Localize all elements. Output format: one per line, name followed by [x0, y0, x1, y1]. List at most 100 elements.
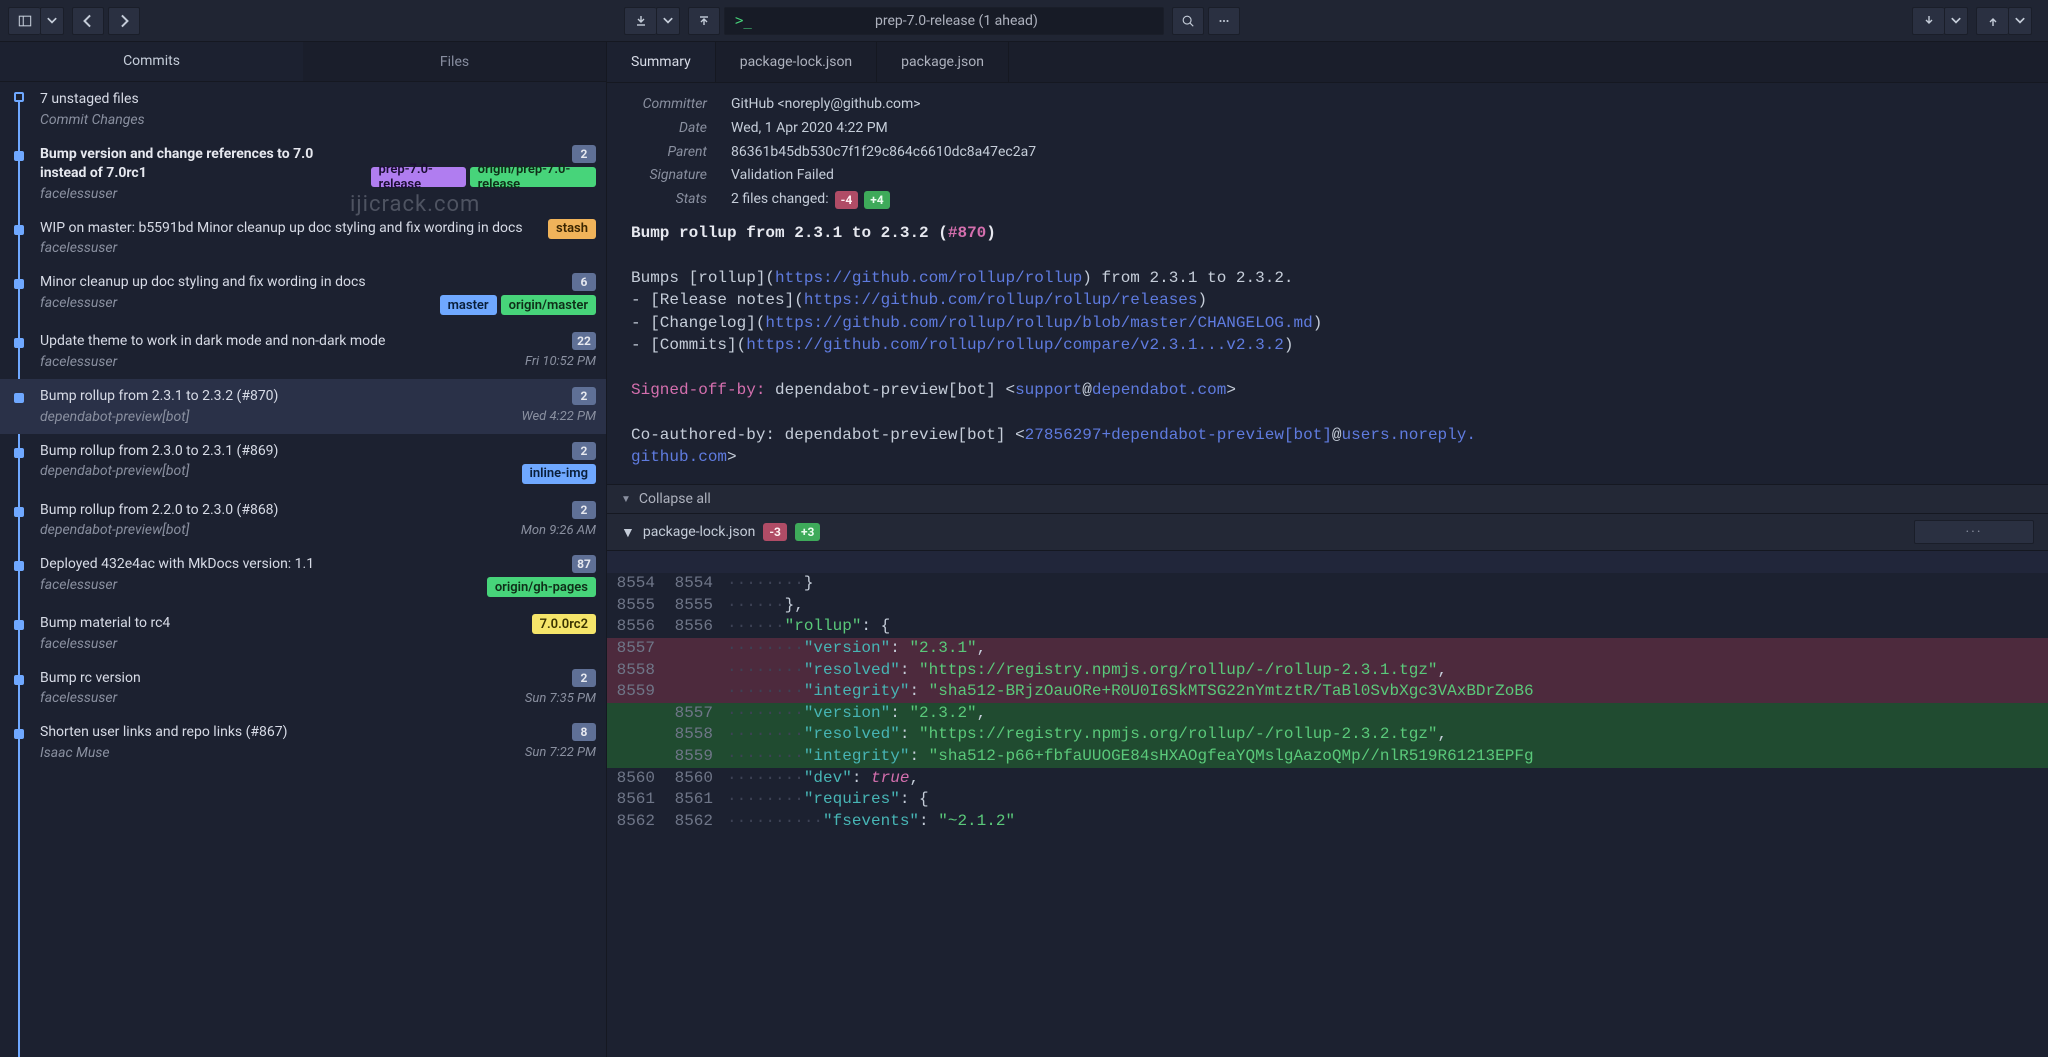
- diff-line: 85558555······},: [607, 595, 2048, 617]
- hunk-separator: [607, 551, 2048, 573]
- commit-time: Sun 7:35 PM: [525, 691, 596, 706]
- commit-row[interactable]: Bump material to rc4 facelessuser 7.0.0rc2: [0, 606, 606, 661]
- stats-text: 2 files changed:: [731, 188, 829, 212]
- branch-indicator[interactable]: >_ prep-7.0-release (1 ahead): [724, 7, 1164, 35]
- commit-row[interactable]: Shorten user links and repo links (#867)…: [0, 715, 606, 770]
- commit-title: Shorten user links and repo links (#867): [40, 723, 288, 743]
- meta-value: GitHub <noreply@github.com>: [731, 93, 921, 117]
- pull-dropdown[interactable]: [1944, 7, 1968, 35]
- push-dropdown[interactable]: [2008, 7, 2032, 35]
- meta-label: Parent: [607, 141, 707, 165]
- commit-time: Fri 10:52 PM: [525, 354, 596, 369]
- commits-panel: Commits Files ijicrack.com 7 unstaged fi…: [0, 42, 607, 1057]
- commit-row[interactable]: Bump rollup from 2.3.1 to 2.3.2 (#870)de…: [0, 379, 606, 434]
- forward-button[interactable]: [108, 7, 140, 35]
- branch-label[interactable]: prep-7.0-release: [371, 167, 466, 187]
- commit-time: Mon 9:26 AM: [521, 523, 596, 538]
- branch-label[interactable]: stash: [548, 219, 596, 239]
- stash-button[interactable]: [624, 7, 656, 35]
- commit-author: facelessuser: [40, 240, 523, 256]
- meta-label: Signature: [607, 164, 707, 188]
- diff-line: 85568556······"rollup": {: [607, 616, 2048, 638]
- commit-title: Update theme to work in dark mode and no…: [40, 332, 385, 352]
- commit-author: facelessuser: [40, 354, 385, 370]
- diff-line: 8557········"version": "2.3.2",: [607, 703, 2048, 725]
- toolbar: >_ prep-7.0-release (1 ahead): [0, 0, 2048, 42]
- branch-label[interactable]: master: [440, 295, 497, 315]
- commit-author: dependabot-preview[bot]: [40, 409, 278, 425]
- commit-title: Deployed 432e4ac with MkDocs version: 1.…: [40, 555, 314, 575]
- commit-row[interactable]: WIP on master: b5591bd Minor cleanup up …: [0, 211, 606, 266]
- branch-label[interactable]: 7.0.0rc2: [532, 614, 596, 634]
- file-name: package-lock.json: [643, 524, 755, 540]
- diff-line: 85628562··········"fsevents": "~2.1.2": [607, 811, 2048, 833]
- commit-message: Bump rollup from 2.3.1 to 2.3.2 (#870) B…: [607, 218, 2048, 484]
- tab-file-1[interactable]: package-lock.json: [716, 42, 877, 82]
- commit-time: Wed 4:22 PM: [522, 409, 597, 424]
- push-button[interactable]: [1976, 7, 2008, 35]
- commit-row[interactable]: Deployed 432e4ac with MkDocs version: 1.…: [0, 547, 606, 606]
- tab-files[interactable]: Files: [303, 42, 606, 81]
- pull-button[interactable]: [1912, 7, 1944, 35]
- diff-view[interactable]: 85548554········}85558555······},8556855…: [607, 551, 2048, 1057]
- commit-row[interactable]: Bump rc versionfacelessuser2Sun 7:35 PM: [0, 661, 606, 716]
- diff-line: 85548554········}: [607, 573, 2048, 595]
- detail-panel: Summary package-lock.json package.json C…: [607, 42, 2048, 1057]
- back-button[interactable]: [72, 7, 104, 35]
- commit-row[interactable]: Minor cleanup up doc styling and fix wor…: [0, 265, 606, 324]
- view-layout-button[interactable]: [8, 7, 40, 35]
- commit-author: facelessuser: [40, 690, 141, 706]
- tab-file-2[interactable]: package.json: [877, 42, 1009, 82]
- meta-value: 2 files changed: -4 +4: [731, 188, 890, 212]
- meta-label: Committer: [607, 93, 707, 117]
- commit-author: facelessuser: [40, 636, 170, 652]
- commit-row[interactable]: Update theme to work in dark mode and no…: [0, 324, 606, 379]
- tab-commits[interactable]: Commits: [0, 42, 303, 81]
- commit-count-badge: 87: [572, 555, 596, 573]
- commit-author: facelessuser: [40, 577, 314, 593]
- diff-line: 8559········"integrity": "sha512-BRjzOau…: [607, 681, 2048, 703]
- branch-label[interactable]: inline-img: [522, 464, 596, 484]
- commit-count-badge: 2: [572, 387, 596, 405]
- unstaged-row[interactable]: 7 unstaged files Commit Changes: [0, 82, 606, 137]
- branch-text: prep-7.0-release (1 ahead): [760, 13, 1153, 29]
- commit-author: dependabot-preview[bot]: [40, 463, 278, 479]
- commit-title: Minor cleanup up doc styling and fix wor…: [40, 273, 366, 293]
- more-button[interactable]: [1208, 7, 1240, 35]
- meta-label: Date: [607, 117, 707, 141]
- branch-label[interactable]: origin/prep-7.0-release: [470, 167, 596, 187]
- tab-summary[interactable]: Summary: [607, 42, 716, 82]
- commits-list[interactable]: ijicrack.com 7 unstaged files Commit Cha…: [0, 82, 606, 1057]
- commit-count-badge: 2: [572, 145, 596, 163]
- meta-label: Stats: [607, 188, 707, 212]
- commit-count-badge: 8: [572, 723, 596, 741]
- file-header[interactable]: ▼ package-lock.json -3 +3 ···: [607, 514, 2048, 551]
- meta-value: 86361b45db530c7f1f29c864c6610dc8a47ec2a7: [731, 141, 1036, 165]
- diff-line: 85608560········"dev": true,: [607, 768, 2048, 790]
- collapse-all[interactable]: ▼ Collapse all: [607, 484, 2048, 514]
- pop-stash-button[interactable]: [688, 7, 720, 35]
- commit-title: Bump version and change references to 7.…: [40, 145, 363, 184]
- commit-author: Isaac Muse: [40, 745, 288, 761]
- diff-line: 8558········"resolved": "https://registr…: [607, 660, 2048, 682]
- branch-label[interactable]: origin/gh-pages: [487, 577, 596, 597]
- commit-row[interactable]: Bump rollup from 2.3.0 to 2.3.1 (#869)de…: [0, 434, 606, 493]
- terminal-icon: >_: [735, 13, 752, 29]
- commit-count-badge: 2: [572, 669, 596, 687]
- commit-title: Bump material to rc4: [40, 614, 170, 634]
- meta-value: Validation Failed: [731, 164, 834, 188]
- branch-label[interactable]: origin/master: [501, 295, 596, 315]
- stash-dropdown[interactable]: [656, 7, 680, 35]
- commit-count-badge: 6: [572, 273, 596, 291]
- diff-line: 8558········"resolved": "https://registr…: [607, 724, 2048, 746]
- commit-count-badge: 22: [572, 332, 596, 350]
- commit-row[interactable]: Bump rollup from 2.2.0 to 2.3.0 (#868)de…: [0, 493, 606, 548]
- view-layout-dropdown[interactable]: [40, 7, 64, 35]
- commit-title: WIP on master: b5591bd Minor cleanup up …: [40, 219, 523, 239]
- diff-line: 8559········"integrity": "sha512-p66+fbf…: [607, 746, 2048, 768]
- search-button[interactable]: [1172, 7, 1204, 35]
- commit-author: facelessuser: [40, 186, 363, 202]
- file-more-button[interactable]: ···: [1914, 520, 2034, 544]
- commit-row[interactable]: Bump version and change references to 7.…: [0, 137, 606, 211]
- unstaged-sub: Commit Changes: [40, 112, 596, 128]
